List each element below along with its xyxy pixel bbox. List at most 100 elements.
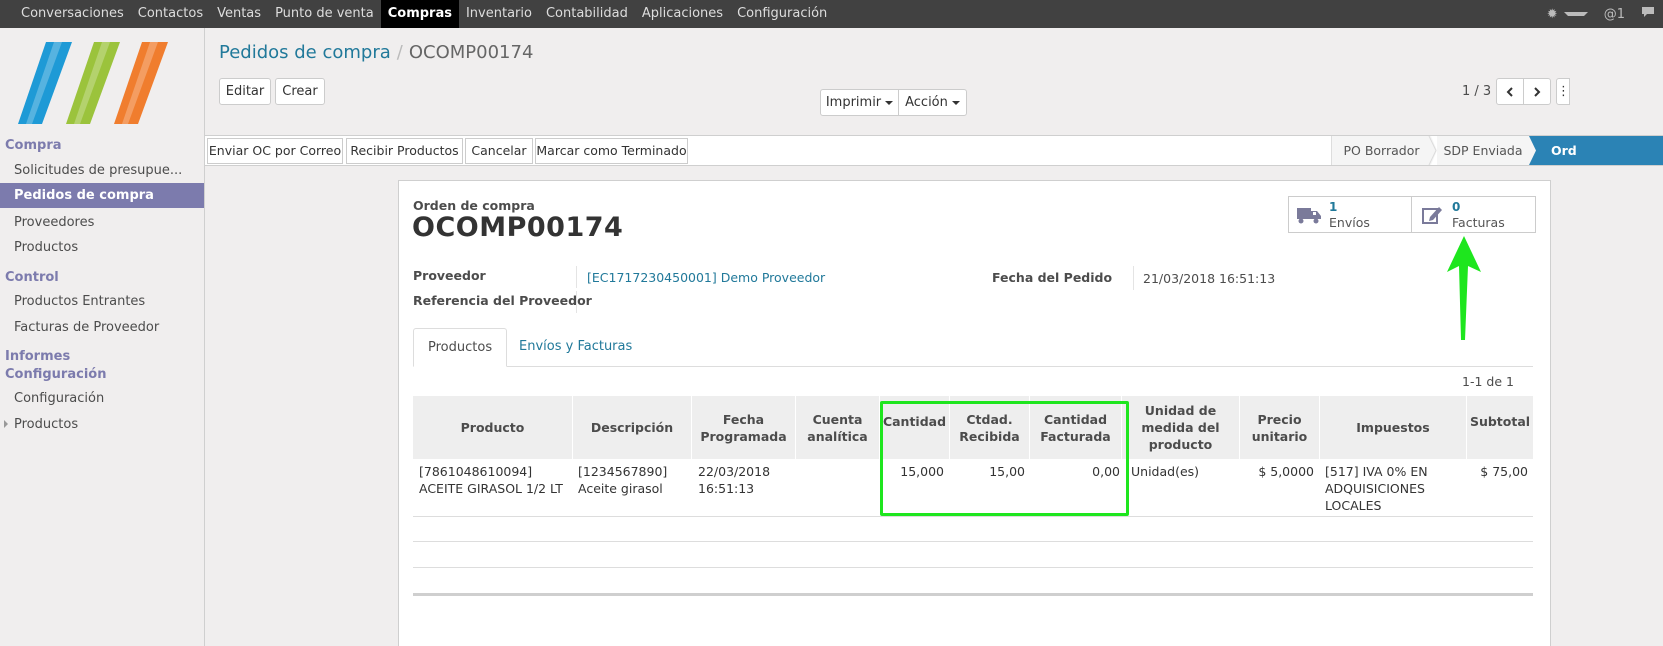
stage-arrow-icon <box>1523 136 1543 165</box>
stage-rfq-sent[interactable]: SDP Enviada <box>1437 136 1529 165</box>
caret-right-icon <box>4 420 8 428</box>
stage-po-draft[interactable]: PO Borrador <box>1331 136 1431 165</box>
truck-icon <box>1297 208 1321 224</box>
cell-precio-unitario: $ 5,0000 <box>1258 464 1314 479</box>
column-header-subtotal[interactable]: Subtotal <box>1467 396 1533 459</box>
column-header-precio-unitario[interactable]: Precio unitario <box>1240 396 1320 459</box>
breadcrumb-current: OCOMP00174 <box>408 42 534 63</box>
column-header-producto[interactable]: Producto <box>413 396 573 459</box>
field-separator <box>576 291 577 313</box>
supplier-label: Proveedor <box>413 268 486 283</box>
user-menu[interactable]: @1 <box>1596 7 1633 22</box>
order-date-value: 21/03/2018 16:51:13 <box>1143 271 1276 286</box>
cell-descripcion: [1234567890] Aceite girasol <box>578 464 668 496</box>
chevron-left-icon <box>1506 87 1513 97</box>
annotation-arrow-icon <box>1447 236 1481 340</box>
cell-subtotal: $ 75,00 <box>1480 464 1528 479</box>
smart-button-shipments[interactable]: 1 Envíos <box>1288 196 1412 233</box>
column-header-descripcion[interactable]: Descripción <box>573 396 692 459</box>
supplier-link[interactable]: [EC1717230450001] Demo Proveedor <box>587 270 825 285</box>
cell-producto: [7861048610094] ACEITE GIRASOL 1/2 LT <box>419 464 563 496</box>
chevron-down-icon <box>951 100 960 105</box>
print-dropdown[interactable]: Imprimir <box>820 89 899 116</box>
document-type: Orden de compra <box>413 198 535 213</box>
record-count: 1-1 de 1 <box>1462 374 1514 389</box>
breadcrumb-separator: / <box>396 42 403 63</box>
action-dropdown[interactable]: Acción <box>898 89 967 116</box>
order-date-label: Fecha del Pedido <box>992 270 1113 285</box>
main-menu: Conversaciones Contactos Ventas Punto de… <box>14 0 834 28</box>
tab-productos[interactable]: Productos <box>413 328 508 367</box>
top-menu-bar: Conversaciones Contactos Ventas Punto de… <box>0 0 1663 28</box>
stage-purchase-order[interactable]: Ord <box>1543 136 1663 165</box>
debug-bug-icon[interactable]: ✹ <box>1539 7 1596 22</box>
shipments-label: Envíos <box>1329 215 1370 230</box>
sidebar-section-informes[interactable]: Informes <box>5 349 70 364</box>
sidebar-item-productos-entrantes[interactable]: Productos Entrantes <box>0 289 204 314</box>
company-logo <box>18 40 188 126</box>
chevron-right-icon <box>1534 87 1541 97</box>
pager-previous-button[interactable] <box>1496 78 1524 105</box>
menu-item-contactos[interactable]: Contactos <box>131 0 210 28</box>
send-po-email-button[interactable]: Enviar OC por Correo <box>207 138 343 164</box>
cell-impuestos: [517] IVA 0% EN ADQUISICIONES LOCALES <box>1325 464 1428 513</box>
print-label: Imprimir <box>825 95 882 110</box>
receive-products-button[interactable]: Recibir Productos <box>346 138 463 164</box>
menu-item-configuracion[interactable]: Configuración <box>730 0 834 28</box>
edit-icon <box>1422 207 1442 224</box>
row-divider <box>413 541 1533 542</box>
column-header-fecha-programada[interactable]: Fecha Programada <box>692 396 796 459</box>
field-separator <box>576 266 577 288</box>
edit-button[interactable]: Editar <box>219 78 271 105</box>
sidebar-item-solicitudes[interactable]: Solicitudes de presupue... <box>0 158 204 183</box>
sidebar-item-pedidos-de-compra[interactable]: Pedidos de compra <box>0 183 204 208</box>
sidebar-item-configuracion[interactable]: Configuración <box>0 386 204 411</box>
document-name: OCOMP00174 <box>412 212 624 243</box>
cancel-button[interactable]: Cancelar <box>465 138 533 164</box>
row-divider <box>413 567 1533 568</box>
pager-next-button[interactable] <box>1523 78 1551 105</box>
breadcrumb-parent[interactable]: Pedidos de compra <box>219 42 391 63</box>
supplier-reference-label: Referencia del Proveedor <box>413 293 592 308</box>
menu-item-ventas[interactable]: Ventas <box>210 0 268 28</box>
menu-item-contabilidad[interactable]: Contabilidad <box>539 0 635 28</box>
field-separator <box>1133 266 1134 290</box>
sidebar-item-productos[interactable]: Productos <box>0 235 204 260</box>
sidebar-item-config-productos[interactable]: Productos <box>0 412 204 437</box>
mark-done-button[interactable]: Marcar como Terminado <box>535 138 688 164</box>
pager-value[interactable]: 1 / 3 <box>1462 84 1491 99</box>
chat-icon[interactable] <box>1633 6 1663 22</box>
tab-envios-facturas[interactable]: Envíos y Facturas <box>505 328 646 367</box>
stage-arrow-icon <box>1423 136 1437 165</box>
sidebar-item-label: Productos <box>14 417 79 432</box>
column-header-unidad-medida[interactable]: Unidad de medida del producto <box>1122 396 1240 459</box>
invoices-count: 0 <box>1452 200 1461 214</box>
sidebar-section-configuracion: Configuración <box>5 367 107 382</box>
column-header-cuenta-analitica[interactable]: Cuenta analítica <box>796 396 880 459</box>
sidebar-section-control: Control <box>5 270 59 285</box>
cell-unidad-medida: Unidad(es) <box>1131 464 1200 479</box>
menu-item-inventario[interactable]: Inventario <box>459 0 539 28</box>
column-header-impuestos[interactable]: Impuestos <box>1320 396 1467 459</box>
smart-button-invoices[interactable]: 0 Facturas <box>1411 196 1536 233</box>
annotation-highlight-box <box>880 401 1129 516</box>
sidebar-item-facturas-de-proveedor[interactable]: Facturas de Proveedor <box>0 315 204 340</box>
table-footer <box>413 593 1533 596</box>
create-button[interactable]: Crear <box>275 78 325 105</box>
chevron-down-icon <box>885 100 894 105</box>
view-switcher-button[interactable]: ⋮ <box>1556 78 1570 105</box>
row-divider <box>413 516 1533 517</box>
menu-item-aplicaciones[interactable]: Aplicaciones <box>635 0 730 28</box>
action-label: Acción <box>905 95 948 110</box>
breadcrumb: Pedidos de compra / OCOMP00174 <box>219 42 533 63</box>
status-bar: Enviar OC por Correo Recibir Productos C… <box>205 135 1663 166</box>
shipments-count: 1 <box>1329 200 1338 214</box>
sidebar-section-compra: Compra <box>5 138 62 153</box>
menu-item-conversaciones[interactable]: Conversaciones <box>14 0 131 28</box>
invoices-label: Facturas <box>1452 215 1505 230</box>
topbar-right: ✹ @1 <box>1539 0 1663 28</box>
menu-item-punto-de-venta[interactable]: Punto de venta <box>268 0 381 28</box>
sidebar-item-proveedores[interactable]: Proveedores <box>0 210 204 235</box>
menu-item-compras[interactable]: Compras <box>380 0 459 28</box>
cell-fecha-programada: 22/03/2018 16:51:13 <box>698 464 771 496</box>
